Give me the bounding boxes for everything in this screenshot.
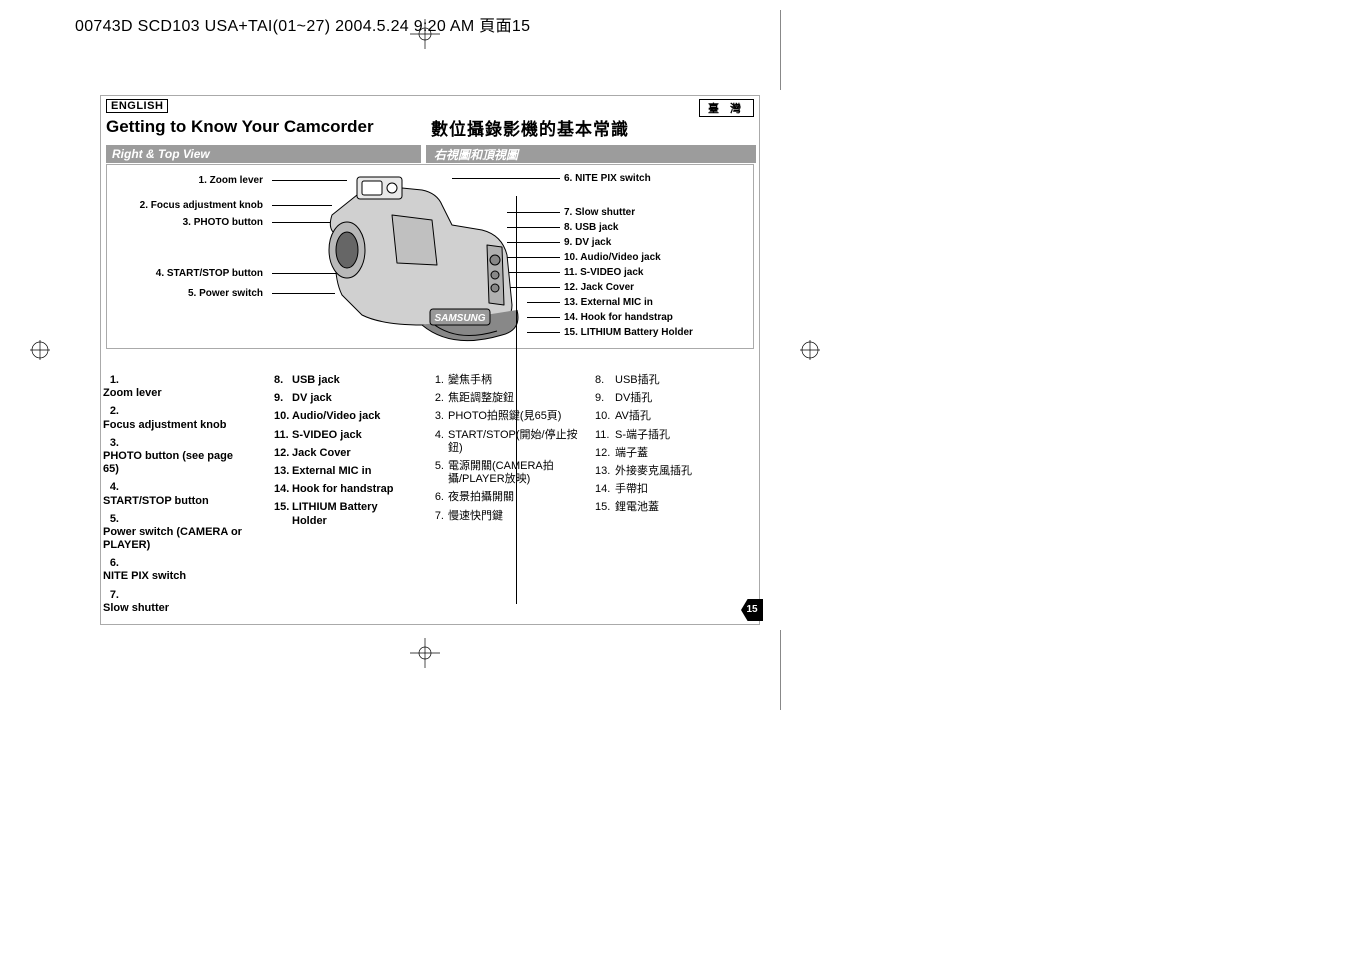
callout-7: 7. Slow shutter: [564, 207, 635, 218]
section-title-en: Getting to Know Your Camcorder: [106, 117, 374, 137]
callout-3: 3. PHOTO button: [183, 217, 263, 228]
fold-mark: [780, 10, 781, 90]
callout-12: 12. Jack Cover: [564, 282, 634, 293]
parts-list-tw-col2: 8.USB插孔 9.DV插孔 10.AV插孔 11.S-端子插孔 12.端子蓋 …: [595, 374, 755, 520]
page-number-arrow: 15: [741, 599, 763, 621]
crop-mark-bottom: [410, 638, 440, 668]
camcorder-illustration: SAMSUNG: [302, 175, 532, 345]
parts-list-tw-col1: 1.變焦手柄 2.焦距調整旋鈕 3.PHOTO拍照鍵(見65頁) 4.START…: [428, 374, 590, 528]
parts-list-en-col1: 1.Zoom lever 2.Focus adjustment knob 3.P…: [103, 374, 263, 620]
registration-left: [30, 340, 50, 360]
callout-5: 5. Power switch: [188, 288, 263, 299]
callout-11: 11. S-VIDEO jack: [564, 267, 644, 278]
callout-8: 8. USB jack: [564, 222, 618, 233]
callout-15: 15. LITHIUM Battery Holder: [564, 327, 693, 338]
callout-1: 1. Zoom lever: [199, 175, 263, 186]
manual-page: ENGLISH 臺 灣 Getting to Know Your Camcord…: [100, 95, 760, 625]
callout-10: 10. Audio/Video jack: [564, 252, 661, 263]
svg-text:SAMSUNG: SAMSUNG: [434, 313, 485, 324]
crop-mark-top: [410, 19, 440, 49]
lang-tag-english: ENGLISH: [106, 99, 168, 113]
subtitle-tw: 右視圖和頂視圖: [426, 145, 756, 163]
callout-2: 2. Focus adjustment knob: [140, 200, 263, 211]
lang-tag-taiwan: 臺 灣: [699, 99, 754, 117]
fold-mark: [780, 630, 781, 710]
callout-13: 13. External MIC in: [564, 297, 653, 308]
document-header: 00743D SCD103 USA+TAI(01~27) 2004.5.24 9…: [75, 12, 530, 36]
parts-list-en-col2: 8.USB jack 9.DV jack 10.Audio/Video jack…: [274, 374, 414, 533]
callout-4: 4. START/STOP button: [156, 268, 263, 279]
registration-right: [800, 340, 820, 360]
callout-14: 14. Hook for handstrap: [564, 312, 673, 323]
camcorder-diagram: 1. Zoom lever 2. Focus adjustment knob 3…: [106, 164, 754, 349]
callout-6: 6. NITE PIX switch: [564, 173, 651, 184]
subtitle-en: Right & Top View: [106, 145, 421, 163]
callout-9: 9. DV jack: [564, 237, 611, 248]
section-title-tw: 數位攝錄影機的基本常識: [431, 115, 629, 140]
